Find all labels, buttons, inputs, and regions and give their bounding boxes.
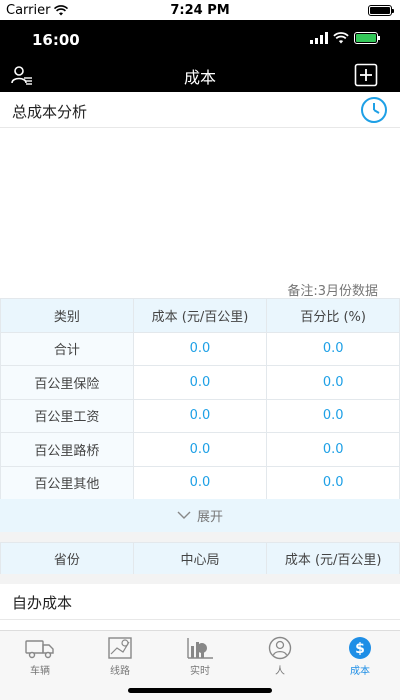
person-icon	[268, 636, 292, 660]
battery-charging-icon	[354, 32, 380, 44]
dollar-icon: $	[349, 637, 371, 659]
svg-text:$: $	[355, 641, 365, 657]
province-table: 省份 中心局 成本 (元/百公里)	[0, 542, 400, 575]
row-label: 百公里路桥	[0, 432, 134, 467]
home-indicator	[128, 688, 272, 693]
map-icon	[108, 637, 132, 659]
percent-value: 0.0	[266, 365, 400, 400]
data-note: 备注:3月份数据	[287, 284, 378, 299]
divider	[0, 532, 400, 542]
table-row: 百公里路桥 0.0 0.0	[0, 432, 400, 467]
cost-table: 类别 成本 (元/百公里) 百分比 (%) 合计 0.0 0.0 百公里保险 0…	[0, 298, 400, 500]
divider	[0, 574, 400, 584]
table-row: 百公里工资 0.0 0.0	[0, 398, 400, 433]
tab-label: 线路	[110, 666, 130, 677]
column-header: 成本 (元/百公里)	[132, 298, 268, 333]
cost-value: 0.0	[132, 365, 268, 400]
table-row: 合计 0.0 0.0	[0, 331, 400, 366]
table-header-row: 省份 中心局 成本 (元/百公里)	[0, 542, 400, 575]
chevron-down-icon	[177, 511, 191, 519]
column-header: 成本 (元/百公里)	[266, 542, 400, 575]
column-header: 中心局	[132, 542, 268, 575]
self-cost-header: 自办成本	[0, 584, 400, 620]
tab-label: 成本	[350, 666, 370, 677]
cost-value: 0.0	[132, 331, 268, 366]
cost-value: 0.0	[132, 465, 268, 500]
tab-label: 人	[275, 666, 285, 677]
row-label: 百公里其他	[0, 465, 134, 500]
add-button[interactable]	[354, 63, 378, 87]
table-header-row: 类别 成本 (元/百公里) 百分比 (%)	[0, 298, 400, 333]
row-label: 百公里工资	[0, 398, 134, 433]
signal-icon	[310, 32, 328, 44]
page-title: 成本	[183, 68, 216, 87]
os-status-bar: Carrier 7:24 PM	[0, 0, 400, 20]
column-header: 省份	[0, 542, 134, 575]
table-row: 百公里保险 0.0 0.0	[0, 365, 400, 400]
table-row: 百公里其他 0.0 0.0	[0, 465, 400, 500]
tab-label: 实时	[190, 666, 210, 677]
percent-value: 0.0	[266, 398, 400, 433]
analysis-header: 总成本分析	[0, 92, 400, 128]
tab-vehicle[interactable]: 车辆	[0, 636, 80, 677]
chart-icon	[187, 638, 213, 659]
cost-value: 0.0	[132, 398, 268, 433]
wifi-icon	[333, 32, 349, 44]
inner-status-bar: 16:00	[0, 20, 400, 58]
tab-route[interactable]: 线路	[80, 636, 160, 677]
row-label: 合计	[0, 331, 134, 366]
cost-value: 0.0	[132, 432, 268, 467]
inner-time: 16:00	[32, 31, 80, 49]
battery-icon	[368, 5, 394, 16]
tab-person[interactable]: 人	[240, 636, 320, 677]
self-cost-title: 自办成本	[12, 594, 73, 612]
percent-value: 0.0	[266, 432, 400, 467]
column-header: 百分比 (%)	[266, 298, 400, 333]
expand-button[interactable]: 展开	[0, 499, 400, 532]
truck-icon	[25, 640, 54, 659]
navbar: 成本	[0, 58, 400, 92]
clock-icon[interactable]	[360, 96, 388, 124]
row-label: 百公里保险	[0, 365, 134, 400]
analysis-title: 总成本分析	[12, 103, 88, 121]
tab-realtime[interactable]: 实时	[160, 636, 240, 677]
os-time: 7:24 PM	[170, 3, 230, 18]
percent-value: 0.0	[266, 465, 400, 500]
column-header: 类别	[0, 298, 134, 333]
expand-label: 展开	[196, 510, 223, 525]
tab-cost[interactable]: $ 成本	[320, 636, 400, 677]
tab-label: 车辆	[30, 666, 50, 677]
percent-value: 0.0	[266, 331, 400, 366]
inner-status-icons	[310, 32, 380, 44]
